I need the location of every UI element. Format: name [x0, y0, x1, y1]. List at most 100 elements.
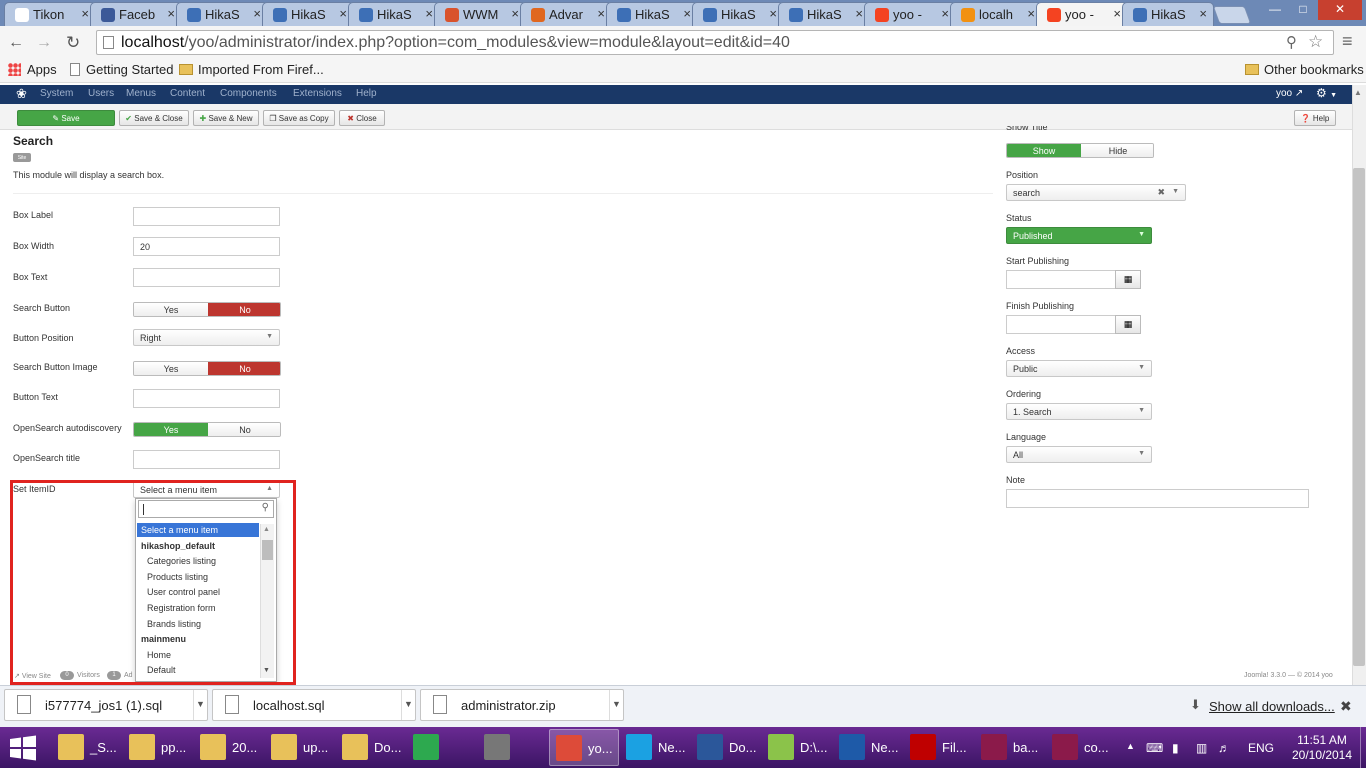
- search-button-no[interactable]: No: [208, 303, 280, 316]
- tab-close-icon[interactable]: ×: [683, 6, 691, 21]
- search-button-toggle[interactable]: Yes No: [133, 302, 281, 317]
- tab-close-icon[interactable]: ×: [511, 6, 519, 21]
- tab-close-icon[interactable]: ×: [855, 6, 863, 21]
- browser-tab[interactable]: Advar ×: [520, 2, 612, 26]
- browser-tab[interactable]: Tikon ×: [4, 2, 96, 26]
- address-bar[interactable]: localhost/yoo/administrator/index.php?op…: [96, 30, 1334, 55]
- download-item[interactable]: i577774_jos1 (1).sql ▼: [4, 689, 208, 721]
- tab-close-icon[interactable]: ×: [769, 6, 777, 21]
- taskbar-app[interactable]: Ne...: [620, 729, 690, 766]
- back-arrow-icon[interactable]: ←: [8, 34, 24, 52]
- taskbar-app[interactable]: yo...: [549, 729, 619, 766]
- windows-start-icon[interactable]: [8, 733, 38, 763]
- tab-close-icon[interactable]: ×: [1027, 6, 1035, 21]
- view-site-link[interactable]: ↗ View Site: [14, 672, 51, 680]
- tab-close-icon[interactable]: ×: [339, 6, 347, 21]
- calendar-icon[interactable]: ▦: [1115, 315, 1141, 334]
- opensearch-autodiscovery-yes[interactable]: Yes: [134, 423, 208, 436]
- button-position-select[interactable]: Right ▼: [133, 329, 280, 346]
- language-indicator[interactable]: ENG: [1248, 741, 1274, 755]
- search-button-image-yes[interactable]: Yes: [134, 362, 208, 375]
- taskbar-app[interactable]: Do...: [691, 729, 761, 766]
- chrome-menu-icon[interactable]: ≡: [1342, 31, 1353, 52]
- nav-menu-item[interactable]: Extensions: [293, 88, 342, 99]
- search-button-image-no[interactable]: No: [208, 362, 280, 375]
- language-select[interactable]: All ▼: [1006, 446, 1152, 463]
- forward-arrow-icon[interactable]: →: [36, 34, 52, 52]
- show-title-hide[interactable]: Hide: [1081, 144, 1153, 157]
- tray-expand-icon[interactable]: ▲: [1126, 741, 1135, 751]
- bookmark-apps[interactable]: Apps: [8, 62, 57, 77]
- clear-icon[interactable]: ✖: [1157, 187, 1165, 198]
- page-scrollbar-thumb[interactable]: [1353, 168, 1365, 666]
- status-select[interactable]: Published ▼: [1006, 227, 1152, 244]
- search-button-yes[interactable]: Yes: [134, 303, 208, 316]
- tab-close-icon[interactable]: ×: [1199, 6, 1207, 21]
- taskbar-app[interactable]: ba...: [975, 729, 1045, 766]
- box-text-input[interactable]: [133, 268, 280, 287]
- nav-menu-item[interactable]: Menus: [126, 88, 156, 99]
- search-button-image-toggle[interactable]: Yes No: [133, 361, 281, 376]
- ordering-select[interactable]: 1. Search ▼: [1006, 403, 1152, 420]
- battery-icon[interactable]: ▮: [1172, 741, 1179, 755]
- tab-close-icon[interactable]: ×: [597, 6, 605, 21]
- window-close-button[interactable]: ✕: [1318, 0, 1362, 20]
- box-width-input[interactable]: 20: [133, 237, 280, 256]
- taskbar-app[interactable]: Do...: [336, 729, 406, 766]
- new-tab-button[interactable]: [1212, 6, 1252, 24]
- taskbar-app[interactable]: co...: [1046, 729, 1116, 766]
- tab-close-icon[interactable]: ×: [425, 6, 433, 21]
- help-button[interactable]: ❓ Help: [1294, 110, 1336, 126]
- browser-tab[interactable]: HikaS ×: [692, 2, 784, 26]
- position-select[interactable]: search ✖ ▼: [1006, 184, 1186, 201]
- note-input[interactable]: [1006, 489, 1309, 508]
- network-icon[interactable]: ▥: [1196, 741, 1207, 755]
- taskbar-app[interactable]: up...: [265, 729, 335, 766]
- download-item[interactable]: localhost.sql ▼: [212, 689, 416, 721]
- zoom-icon[interactable]: ⚲: [1286, 33, 1297, 51]
- bookmark-star-icon[interactable]: ☆: [1308, 32, 1323, 52]
- show-desktop-button[interactable]: [1360, 727, 1366, 768]
- reload-icon[interactable]: ↻: [66, 33, 80, 53]
- nav-menu-item[interactable]: Components: [220, 88, 277, 99]
- save-close-button[interactable]: ✔ Save & Close: [119, 110, 189, 126]
- taskbar-app[interactable]: [478, 729, 548, 766]
- browser-tab[interactable]: Faceb ×: [90, 2, 182, 26]
- show-title-toggle[interactable]: Show Hide: [1006, 143, 1154, 158]
- browser-tab[interactable]: HikaS ×: [176, 2, 268, 26]
- bookmark-getting-started[interactable]: Getting Started: [70, 62, 173, 77]
- download-item[interactable]: administrator.zip ▼: [420, 689, 624, 721]
- taskbar-app[interactable]: pp...: [123, 729, 193, 766]
- minimize-button[interactable]: —: [1262, 0, 1288, 20]
- tab-close-icon[interactable]: ×: [1113, 6, 1121, 21]
- download-menu-arrow-icon[interactable]: ▼: [609, 690, 623, 720]
- start-publishing-input[interactable]: [1006, 270, 1116, 289]
- save-button[interactable]: ✎ Save: [17, 110, 115, 126]
- browser-tab[interactable]: yoo - ×: [864, 2, 956, 26]
- show-title-show[interactable]: Show: [1007, 144, 1081, 157]
- save-copy-button[interactable]: ❐ Save as Copy: [263, 110, 335, 126]
- taskbar-app[interactable]: _S...: [52, 729, 122, 766]
- browser-tab[interactable]: HikaS ×: [348, 2, 440, 26]
- joomla-logo-icon[interactable]: ❀: [16, 86, 27, 102]
- browser-tab[interactable]: HikaS ×: [262, 2, 354, 26]
- opensearch-title-input[interactable]: [133, 450, 280, 469]
- browser-tab[interactable]: HikaS ×: [1122, 2, 1214, 26]
- scroll-up-arrow-icon[interactable]: ▲: [1354, 88, 1362, 97]
- maximize-button[interactable]: □: [1290, 0, 1316, 20]
- browser-tab[interactable]: HikaS ×: [606, 2, 698, 26]
- opensearch-autodiscovery-no[interactable]: No: [208, 423, 280, 436]
- show-all-downloads-link[interactable]: Show all downloads...: [1209, 699, 1335, 714]
- keyboard-icon[interactable]: ⌨: [1146, 741, 1163, 755]
- taskbar-app[interactable]: [407, 729, 477, 766]
- taskbar-app[interactable]: Fil...: [904, 729, 974, 766]
- taskbar-app[interactable]: Ne...: [833, 729, 903, 766]
- tab-close-icon[interactable]: ×: [941, 6, 949, 21]
- nav-menu-item[interactable]: System: [40, 88, 73, 99]
- settings-gear-icon[interactable]: ⚙ ▼: [1316, 86, 1337, 100]
- system-clock[interactable]: 11:51 AM 20/10/2014: [1290, 733, 1354, 763]
- box-label-input[interactable]: [133, 207, 280, 226]
- download-menu-arrow-icon[interactable]: ▼: [401, 690, 415, 720]
- browser-tab[interactable]: WWM ×: [434, 2, 526, 26]
- tab-close-icon[interactable]: ×: [81, 6, 89, 21]
